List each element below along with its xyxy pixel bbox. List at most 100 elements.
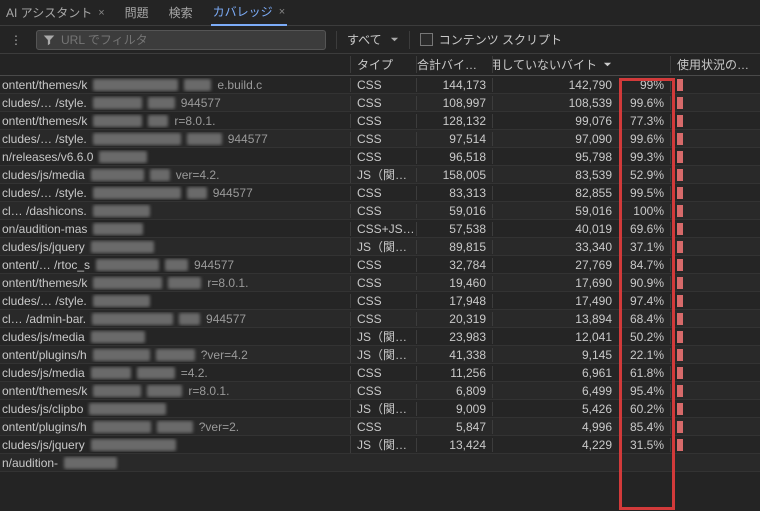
cell-pct: 84.7% [616, 258, 670, 272]
usage-bar-icon [677, 385, 683, 397]
url-end: r=8.0.1. [188, 384, 229, 398]
cell-total: 41,338 [416, 348, 492, 362]
cell-total: 32,784 [416, 258, 492, 272]
table-row[interactable]: ontent/plugins/h?ver=2.CSS5,8474,99685.4… [0, 418, 760, 436]
cell-total: 89,815 [416, 240, 492, 254]
url-end: 944577 [194, 258, 234, 272]
cell-unused: 6,961 [492, 366, 616, 380]
url-start: n/audition- [2, 456, 58, 470]
cell-unused: 59,016 [492, 204, 616, 218]
tab-search[interactable]: 検索 [167, 0, 195, 25]
cell-type: JS（関… [350, 400, 416, 417]
header-unused-bytes[interactable]: 使用していないバイト [492, 56, 616, 73]
table-row[interactable]: cludes/js/jqueryJS（関…89,81533,34037.1% [0, 238, 760, 256]
cell-viz [670, 384, 750, 398]
cell-pct: 99% [616, 78, 670, 92]
table-row[interactable]: cl… /dashicons.CSS59,01659,016100% [0, 202, 760, 220]
table-row[interactable]: on/audition-masCSS+JS…57,53840,01969.6% [0, 220, 760, 238]
checkbox-label: コンテンツ スクリプト [439, 31, 562, 48]
usage-bar-icon [677, 259, 683, 271]
cell-type: CSS [350, 420, 416, 434]
cell-viz [670, 294, 750, 308]
url-end: 944577 [213, 186, 253, 200]
close-icon[interactable]: × [98, 7, 104, 19]
cell-url: cludes/… /style.944577 [0, 186, 350, 200]
tab-coverage[interactable]: カバレッジ × [211, 0, 287, 26]
table-row[interactable]: ontent/… /rtoc_s944577CSS32,78427,76984.… [0, 256, 760, 274]
cell-viz [670, 330, 750, 344]
tab-ai-assistant[interactable]: AI アシスタント × [4, 0, 107, 25]
cell-type: CSS+JS… [350, 222, 416, 236]
coverage-toolbar: ⋮ すべて コンテンツ スクリプト [0, 26, 760, 54]
cell-total: 6,809 [416, 384, 492, 398]
table-row[interactable]: cludes/js/clipboJS（関…9,0095,42660.2% [0, 400, 760, 418]
cell-type: CSS [350, 150, 416, 164]
table-row[interactable]: cludes/js/mediaJS（関…23,98312,04150.2% [0, 328, 760, 346]
cell-url: ontent/themes/ke.build.c [0, 78, 350, 92]
cell-type: JS（関… [350, 436, 416, 453]
cell-url: ontent/themes/kr=8.0.1. [0, 384, 350, 398]
cell-total: 108,997 [416, 96, 492, 110]
table-row[interactable]: cludes/… /style.944577CSS108,997108,5399… [0, 94, 760, 112]
table-row[interactable]: ontent/themes/kr=8.0.1.CSS6,8096,49995.4… [0, 382, 760, 400]
header-type[interactable]: タイプ [350, 56, 416, 73]
table-row[interactable]: cl… /admin-bar.944577CSS20,31913,89468.4… [0, 310, 760, 328]
url-start: cludes/js/media [2, 330, 85, 344]
url-start: cludes/js/jquery [2, 240, 85, 254]
table-row[interactable]: cludes/… /style.944577CSS97,51497,09099.… [0, 130, 760, 148]
more-icon[interactable]: ⋮ [6, 33, 26, 47]
cell-type: JS（関… [350, 166, 416, 183]
usage-bar-icon [677, 187, 683, 199]
cell-url: on/audition-mas [0, 222, 350, 236]
table-row[interactable]: ontent/themes/kr=8.0.1.CSS19,46017,69090… [0, 274, 760, 292]
close-icon[interactable]: × [279, 6, 285, 18]
cell-type: JS（関… [350, 238, 416, 255]
cell-unused: 97,090 [492, 132, 616, 146]
table-row[interactable]: ontent/themes/ke.build.cCSS144,173142,79… [0, 76, 760, 94]
usage-bar-icon [677, 331, 683, 343]
cell-type: CSS [350, 258, 416, 272]
dropdown-label: すべて [347, 31, 382, 48]
cell-pct: 31.5% [616, 438, 670, 452]
header-total-bytes[interactable]: 合計バイト数 [416, 56, 492, 73]
cell-viz [670, 150, 750, 164]
table-row[interactable]: n/audition- [0, 454, 760, 472]
cell-unused: 142,790 [492, 78, 616, 92]
table-row[interactable]: cludes/… /style.944577CSS83,31382,85599.… [0, 184, 760, 202]
url-start: ontent/themes/k [2, 78, 87, 92]
table-row[interactable]: n/releases/v6.6.0CSS96,51895,79899.3% [0, 148, 760, 166]
usage-bar-icon [677, 367, 683, 379]
type-filter-dropdown[interactable]: すべて [347, 31, 399, 48]
cell-total: 57,538 [416, 222, 492, 236]
cell-pct: 85.4% [616, 420, 670, 434]
url-end: r=8.0.1. [207, 276, 248, 290]
url-start: on/audition-mas [2, 222, 87, 236]
cell-viz [670, 258, 750, 272]
url-end: 944577 [228, 132, 268, 146]
content-scripts-checkbox[interactable]: コンテンツ スクリプト [420, 31, 562, 48]
url-start: n/releases/v6.6.0 [2, 150, 93, 164]
url-filter-input[interactable] [61, 33, 319, 47]
header-label: 使用していないバイト [492, 56, 597, 73]
url-start: ontent/plugins/h [2, 348, 87, 362]
table-row[interactable]: cludes/js/jqueryJS（関…13,4244,22931.5% [0, 436, 760, 454]
cell-url: ontent/themes/kr=8.0.1. [0, 114, 350, 128]
cell-unused: 6,499 [492, 384, 616, 398]
cell-url: cludes/… /style. [0, 294, 350, 308]
url-start: cludes/js/media [2, 168, 85, 182]
table-row[interactable]: ontent/themes/kr=8.0.1.CSS128,13299,0767… [0, 112, 760, 130]
cell-pct: 37.1% [616, 240, 670, 254]
url-start: cludes/js/jquery [2, 438, 85, 452]
table-row[interactable]: cludes/js/mediaver=4.2.JS（関…158,00583,53… [0, 166, 760, 184]
tab-issues[interactable]: 問題 [123, 0, 151, 25]
table-row[interactable]: cludes/js/media=4.2.CSS11,2566,96161.8% [0, 364, 760, 382]
cell-unused: 99,076 [492, 114, 616, 128]
table-row[interactable]: cludes/… /style.CSS17,94817,49097.4% [0, 292, 760, 310]
cell-viz [670, 114, 750, 128]
url-start: ontent/themes/k [2, 276, 87, 290]
url-filter[interactable] [36, 30, 326, 50]
cell-url: cludes/js/clipbo [0, 402, 350, 416]
url-end: =4.2. [181, 366, 208, 380]
table-row[interactable]: ontent/plugins/h?ver=4.2JS（関…41,3389,145… [0, 346, 760, 364]
header-visualization[interactable]: 使用状況の可視化 [670, 56, 750, 73]
